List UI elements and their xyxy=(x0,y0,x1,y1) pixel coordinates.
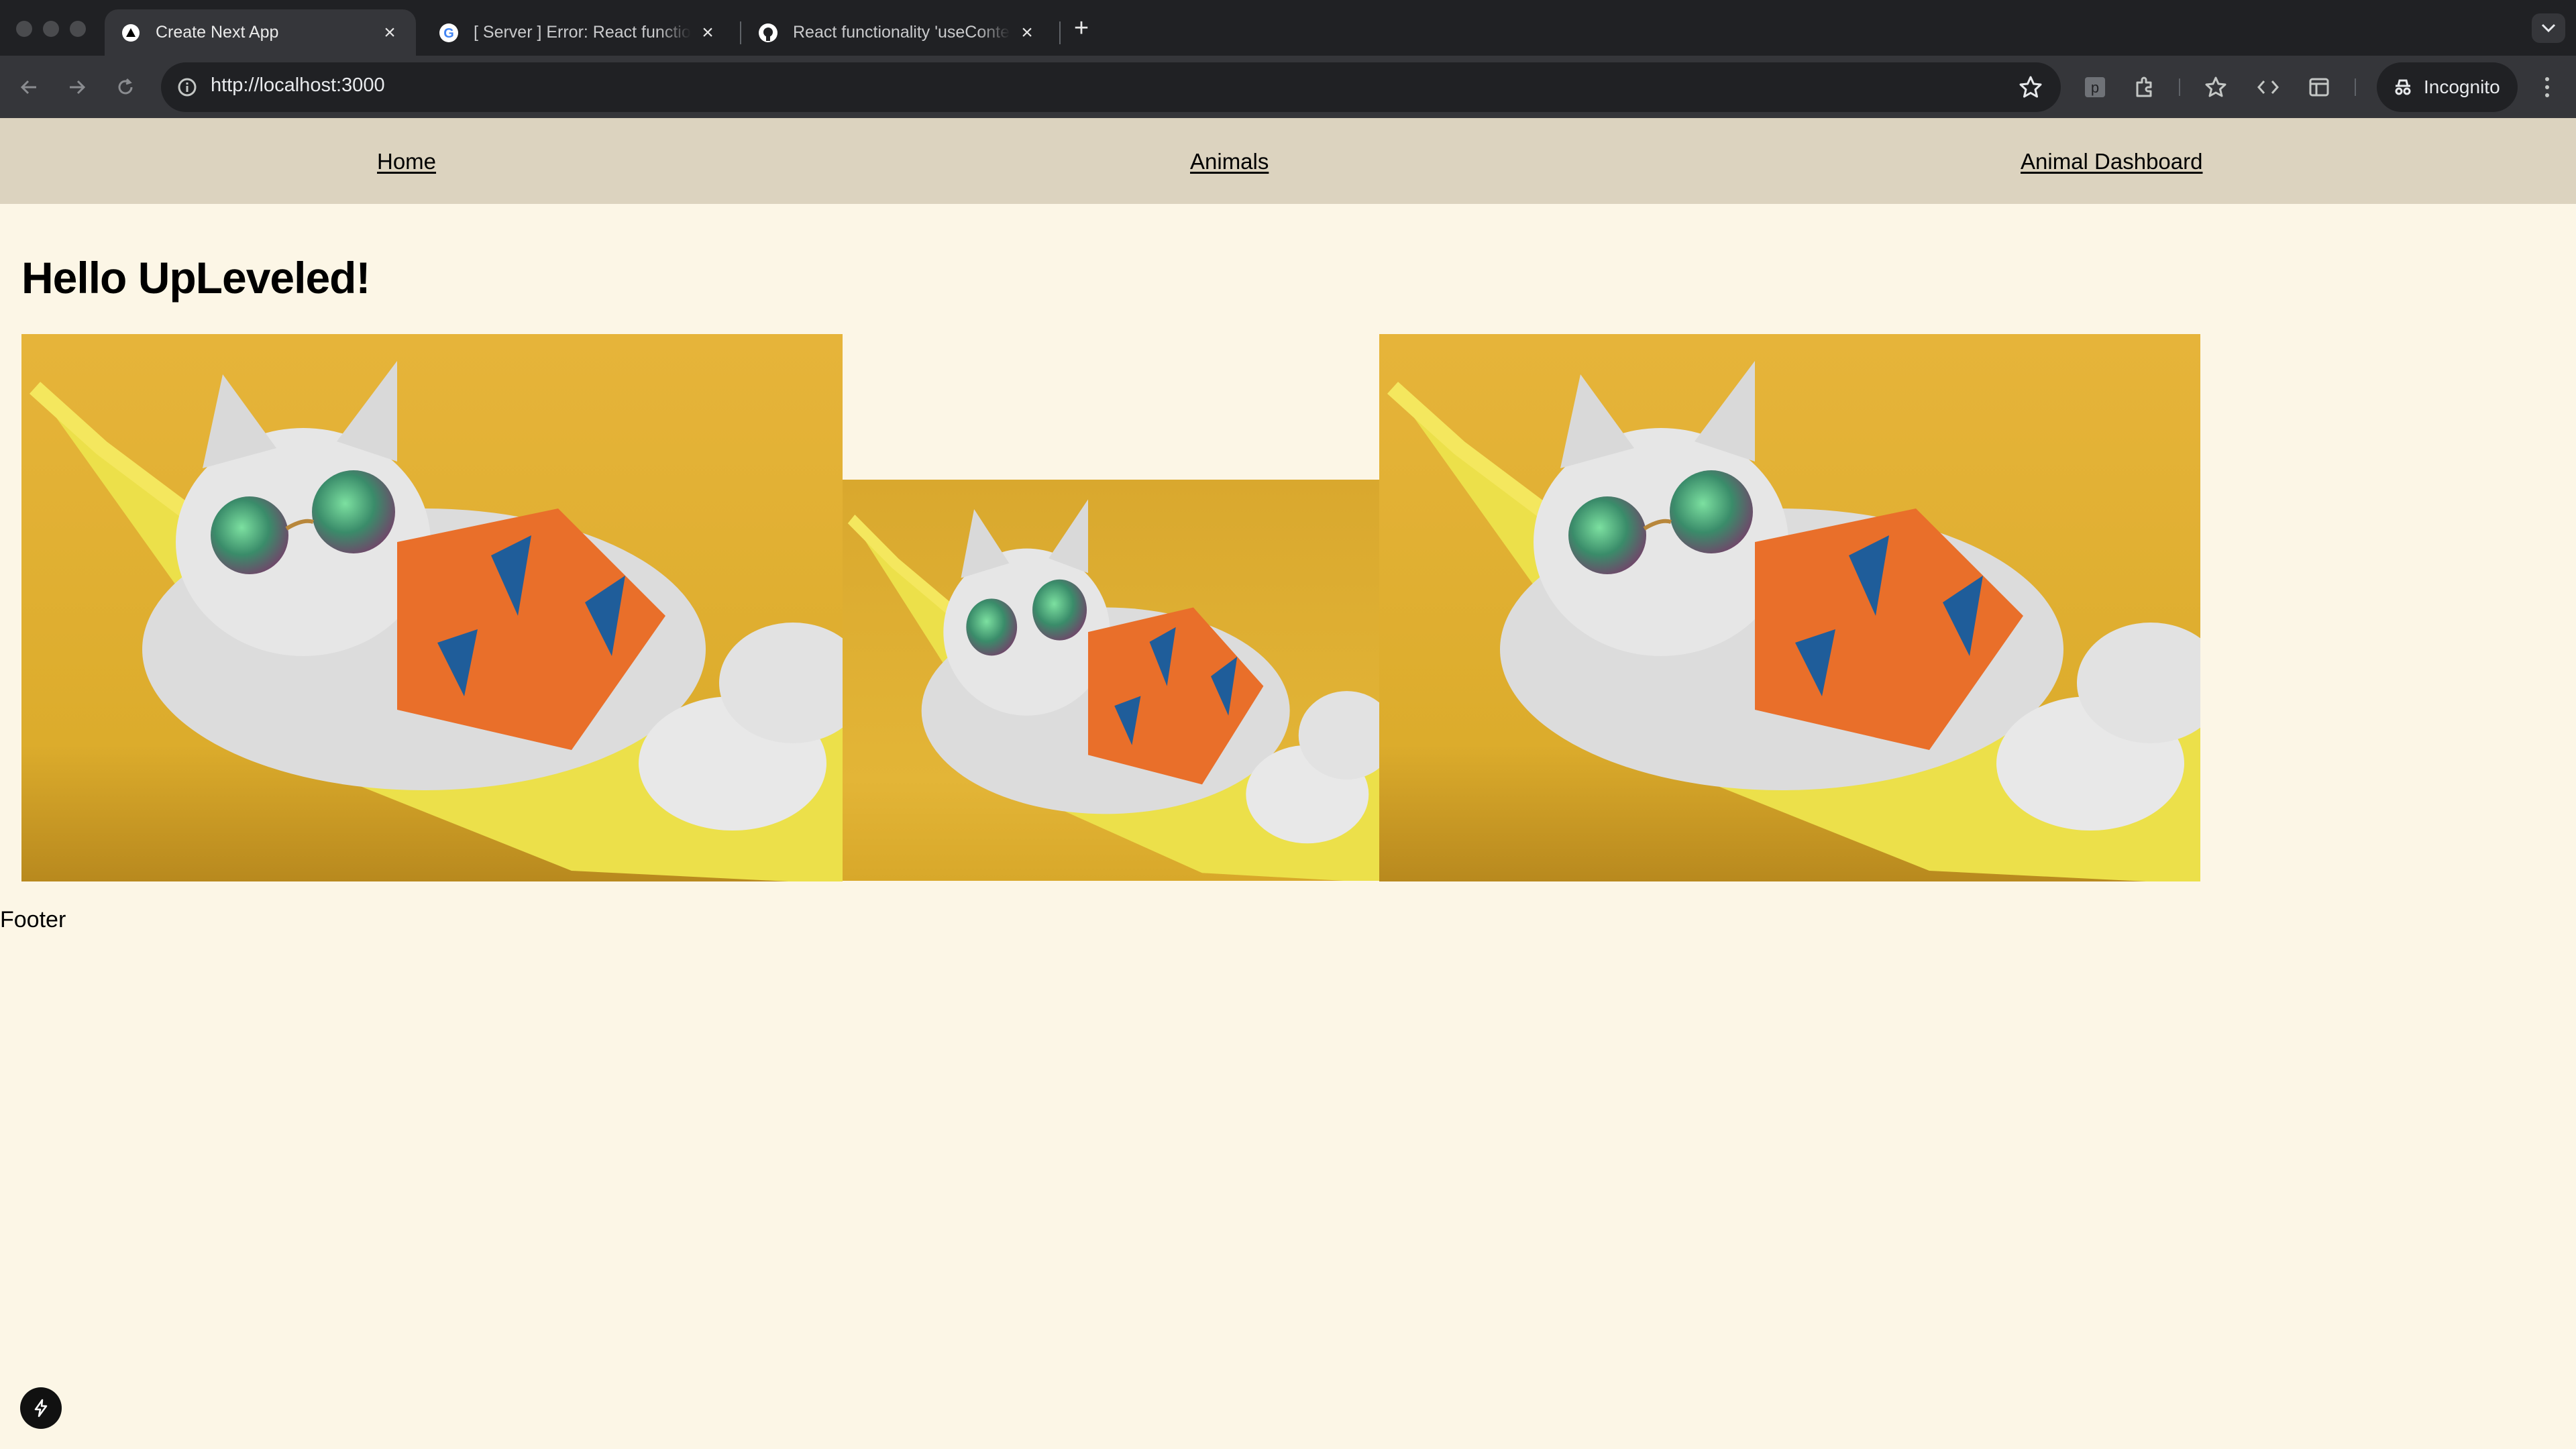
close-tab-icon[interactable]: × xyxy=(1017,21,1037,44)
window-close-button[interactable] xyxy=(16,21,32,37)
page-title: Hello UpLeveled! xyxy=(21,253,370,303)
page-footer: Footer xyxy=(0,907,66,932)
arrow-left-icon xyxy=(20,80,36,95)
toolbar-divider xyxy=(2355,78,2356,96)
toolbar-divider xyxy=(2179,78,2180,96)
github-icon xyxy=(758,23,778,43)
tab-search-button[interactable] xyxy=(2532,13,2565,43)
cat-in-hammock-illustration xyxy=(21,334,843,881)
nextjs-dev-tools-button[interactable] xyxy=(20,1387,62,1429)
tab-server-error[interactable]: G [ Server ] Error: React functio × xyxy=(423,9,734,56)
incognito-label: Incognito xyxy=(2424,76,2500,97)
tab-title: React functionality 'useConte xyxy=(793,23,1010,42)
tab-divider xyxy=(740,21,741,44)
side-panel-icon[interactable] xyxy=(2305,73,2333,101)
tab-title: [ Server ] Error: React functio xyxy=(474,23,691,42)
site-navigation: Home Animals Animal Dashboard xyxy=(0,118,2576,204)
cat-image-large-2 xyxy=(1379,334,2200,881)
nextjs-triangle-icon xyxy=(121,23,141,43)
browser-toolbar: http://localhost:3000 p Incognito xyxy=(0,56,2576,118)
tab-github-issue[interactable]: React functionality 'useConte × xyxy=(742,9,1053,56)
close-tab-icon[interactable]: × xyxy=(380,21,400,44)
extension-p-icon[interactable]: p xyxy=(2081,73,2109,101)
cat-in-hammock-illustration xyxy=(1379,334,2200,881)
chevron-down-icon xyxy=(2541,23,2556,33)
new-tab-icon[interactable]: + xyxy=(1068,14,1095,42)
arrow-right-icon xyxy=(70,80,86,95)
forward-button[interactable] xyxy=(62,72,93,103)
url-text[interactable]: http://localhost:3000 xyxy=(211,74,385,97)
incognito-icon xyxy=(2395,79,2411,95)
bookmark-star-icon[interactable] xyxy=(2018,74,2043,100)
google-g-icon: G xyxy=(439,23,459,43)
extensions-puzzle-icon[interactable] xyxy=(2131,73,2159,101)
incognito-button[interactable]: Incognito xyxy=(2377,62,2518,112)
svg-text:p: p xyxy=(2091,79,2099,96)
bookmarks-icon[interactable] xyxy=(2202,73,2230,101)
svg-text:G: G xyxy=(443,26,454,41)
window-minimize-button[interactable] xyxy=(43,21,59,37)
nav-link-animal-dashboard[interactable]: Animal Dashboard xyxy=(2021,149,2202,174)
cat-image-small xyxy=(843,480,1379,881)
devtools-code-icon[interactable] xyxy=(2254,73,2282,101)
cat-image-large-1 xyxy=(21,334,843,881)
cat-in-hammock-illustration xyxy=(843,480,1379,881)
reload-button[interactable] xyxy=(110,72,141,103)
nav-link-animals[interactable]: Animals xyxy=(1190,149,1269,174)
tab-title: Create Next App xyxy=(156,23,279,42)
site-info-icon[interactable] xyxy=(176,76,199,99)
browser-tab-bar: Create Next App × G [ Server ] Error: Re… xyxy=(0,0,2576,56)
address-bar[interactable]: http://localhost:3000 xyxy=(161,62,2061,112)
reload-icon xyxy=(118,78,133,95)
tab-create-next-app[interactable]: Create Next App × xyxy=(105,9,416,56)
back-button[interactable] xyxy=(13,72,44,103)
tab-divider xyxy=(1059,21,1061,44)
close-tab-icon[interactable]: × xyxy=(698,21,718,44)
nav-link-home[interactable]: Home xyxy=(377,149,436,174)
window-zoom-button[interactable] xyxy=(70,21,86,37)
lightning-bolt-icon xyxy=(34,1399,48,1417)
more-menu-icon[interactable] xyxy=(2533,73,2561,101)
